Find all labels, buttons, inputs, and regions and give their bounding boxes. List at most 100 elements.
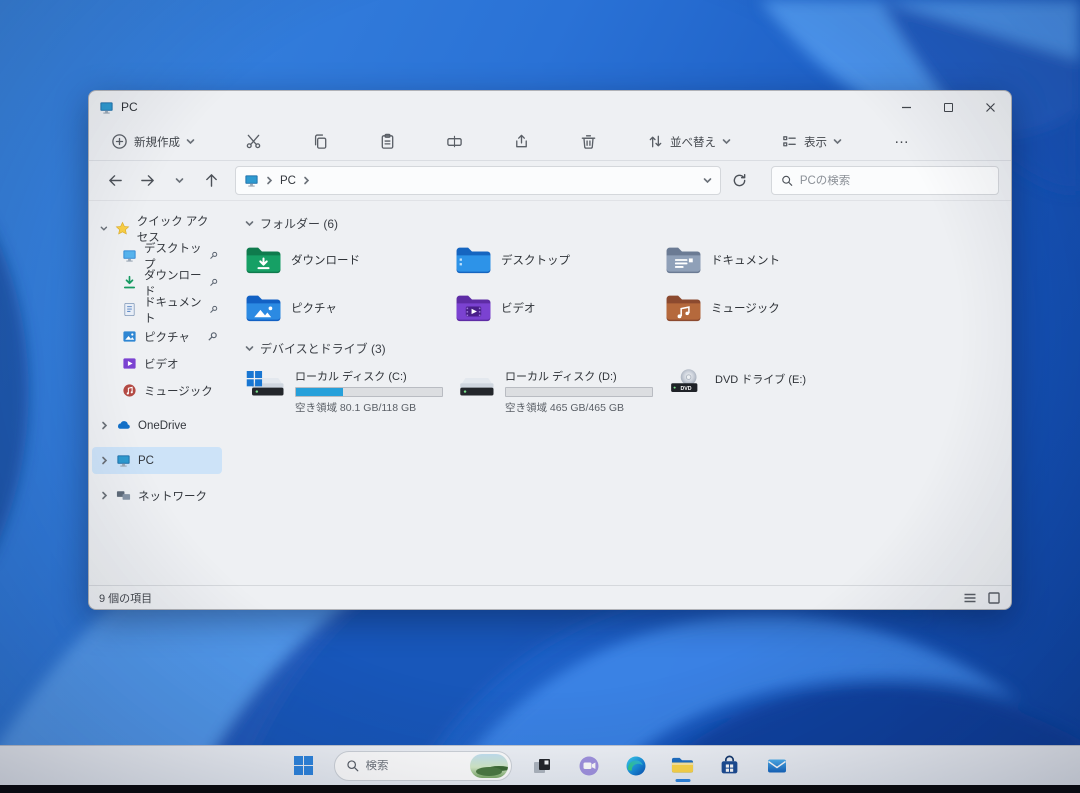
folder-label: ドキュメント	[711, 252, 780, 268]
star-icon	[115, 221, 130, 236]
folder-tile-documents[interactable]: ドキュメント	[665, 242, 875, 278]
drive-tile-c[interactable]: ローカル ディスク (C:) 空き領域 80.1 GB/118 GB	[245, 367, 455, 415]
folders-section-header[interactable]: フォルダー (6)	[245, 215, 995, 232]
new-button[interactable]: 新規作成	[103, 128, 203, 155]
up-button[interactable]	[197, 167, 225, 195]
weather-widget-thumbnail[interactable]	[470, 754, 508, 778]
mail-icon	[766, 755, 788, 777]
search-icon	[346, 759, 359, 772]
forward-button[interactable]	[133, 167, 161, 195]
taskbar-search[interactable]	[334, 751, 512, 781]
sidebar-item-pictures[interactable]: ピクチャ	[92, 323, 222, 350]
maximize-button[interactable]	[927, 91, 969, 123]
microsoft-store-button[interactable]	[713, 749, 747, 783]
chevron-down-icon[interactable]	[100, 224, 108, 233]
address-dropdown-icon[interactable]	[703, 176, 712, 185]
back-button[interactable]	[101, 167, 129, 195]
document-icon	[122, 302, 137, 317]
devices-section-header[interactable]: デバイスとドライブ (3)	[245, 340, 995, 357]
navigation-pane: クイック アクセス デスクトップ ダウンロード ドキュメント	[89, 201, 225, 585]
share-button[interactable]	[505, 128, 538, 155]
sort-button[interactable]: 並べ替え	[639, 128, 739, 155]
drive-tile-d[interactable]: ローカル ディスク (D:) 空き領域 465 GB/465 GB	[455, 367, 665, 415]
close-button[interactable]	[969, 91, 1011, 123]
task-view-button[interactable]	[525, 749, 559, 783]
drive-name: DVD ドライブ (E:)	[715, 368, 806, 387]
chevron-right-icon[interactable]	[100, 421, 109, 430]
mail-button[interactable]	[760, 749, 794, 783]
copy-button[interactable]	[304, 128, 337, 155]
folder-tile-desktop[interactable]: デスクトップ	[455, 242, 665, 278]
file-explorer-icon	[671, 754, 694, 777]
chat-button[interactable]	[572, 749, 606, 783]
sidebar-item-label: ネットワーク	[138, 488, 207, 504]
sidebar-item-pc[interactable]: PC	[92, 447, 222, 474]
sidebar-item-music[interactable]: ミュージック	[92, 377, 222, 404]
cut-button[interactable]	[237, 128, 270, 155]
search-input[interactable]	[800, 175, 989, 187]
folder-tile-videos[interactable]: ビデオ	[455, 290, 665, 326]
sidebar-quick-access[interactable]: クイック アクセス	[92, 215, 222, 242]
copy-icon	[312, 133, 329, 150]
delete-button[interactable]	[572, 128, 605, 155]
sidebar-item-desktop[interactable]: デスクトップ	[92, 242, 222, 269]
chevron-right-icon	[265, 176, 274, 185]
downloads-folder-icon	[245, 245, 282, 275]
store-icon	[719, 755, 740, 776]
sidebar-item-label: ドキュメント	[144, 294, 202, 326]
chevron-right-icon[interactable]	[100, 491, 109, 500]
pin-icon	[209, 304, 218, 315]
view-button-label: 表示	[804, 134, 827, 150]
recent-locations-button[interactable]	[165, 167, 193, 195]
trash-icon	[580, 133, 597, 150]
view-button[interactable]: 表示	[773, 128, 850, 155]
sort-icon	[647, 133, 664, 150]
breadcrumb-pc[interactable]: PC	[280, 175, 296, 187]
taskbar-search-input[interactable]	[366, 760, 458, 772]
devices-header-label: デバイスとドライブ (3)	[260, 340, 386, 357]
titlebar[interactable]: PC	[89, 91, 1011, 123]
onedrive-icon	[116, 418, 131, 433]
folder-label: デスクトップ	[501, 252, 570, 268]
chevron-down-icon	[722, 137, 731, 146]
more-options-button[interactable]: …	[884, 130, 920, 153]
rename-button[interactable]	[438, 128, 471, 155]
paste-button[interactable]	[371, 128, 404, 155]
pc-icon	[99, 100, 114, 115]
folders-header-label: フォルダー (6)	[260, 215, 338, 232]
minimize-button[interactable]	[885, 91, 927, 123]
folder-tile-downloads[interactable]: ダウンロード	[245, 242, 455, 278]
details-view-icon[interactable]	[963, 591, 977, 605]
drive-usage-bar	[505, 387, 653, 397]
refresh-button[interactable]	[725, 167, 753, 195]
sort-button-label: 並べ替え	[670, 134, 716, 150]
sidebar-item-documents[interactable]: ドキュメント	[92, 296, 222, 323]
view-icon	[781, 133, 798, 150]
sidebar-item-videos[interactable]: ビデオ	[92, 350, 222, 377]
cut-icon	[245, 133, 262, 150]
sidebar-item-label: ミュージック	[144, 383, 213, 399]
search-box[interactable]	[771, 166, 999, 195]
large-icons-view-icon[interactable]	[987, 591, 1001, 605]
share-icon	[513, 133, 530, 150]
videos-folder-icon	[455, 293, 492, 323]
music-icon	[122, 383, 137, 398]
file-explorer-button[interactable]	[666, 749, 700, 783]
edge-button[interactable]	[619, 749, 653, 783]
folder-tile-pictures[interactable]: ピクチャ	[245, 290, 455, 326]
items-count: 9 個の項目	[99, 590, 152, 606]
chevron-down-icon	[833, 137, 842, 146]
folder-tile-music[interactable]: ミュージック	[665, 290, 875, 326]
paste-icon	[379, 133, 396, 150]
local-disk-d-icon	[455, 367, 497, 403]
sidebar-item-downloads[interactable]: ダウンロード	[92, 269, 222, 296]
edge-icon	[625, 755, 647, 777]
drive-tile-e[interactable]: DVD DVD ドライブ (E:)	[665, 367, 875, 415]
sidebar-item-network[interactable]: ネットワーク	[92, 482, 222, 509]
folder-label: ミュージック	[711, 300, 780, 316]
sidebar-item-onedrive[interactable]: OneDrive	[92, 412, 222, 439]
start-button[interactable]	[287, 749, 321, 783]
chevron-right-icon[interactable]	[100, 456, 109, 465]
address-bar[interactable]: PC	[235, 166, 721, 195]
dvd-drive-icon: DVD	[665, 367, 707, 403]
